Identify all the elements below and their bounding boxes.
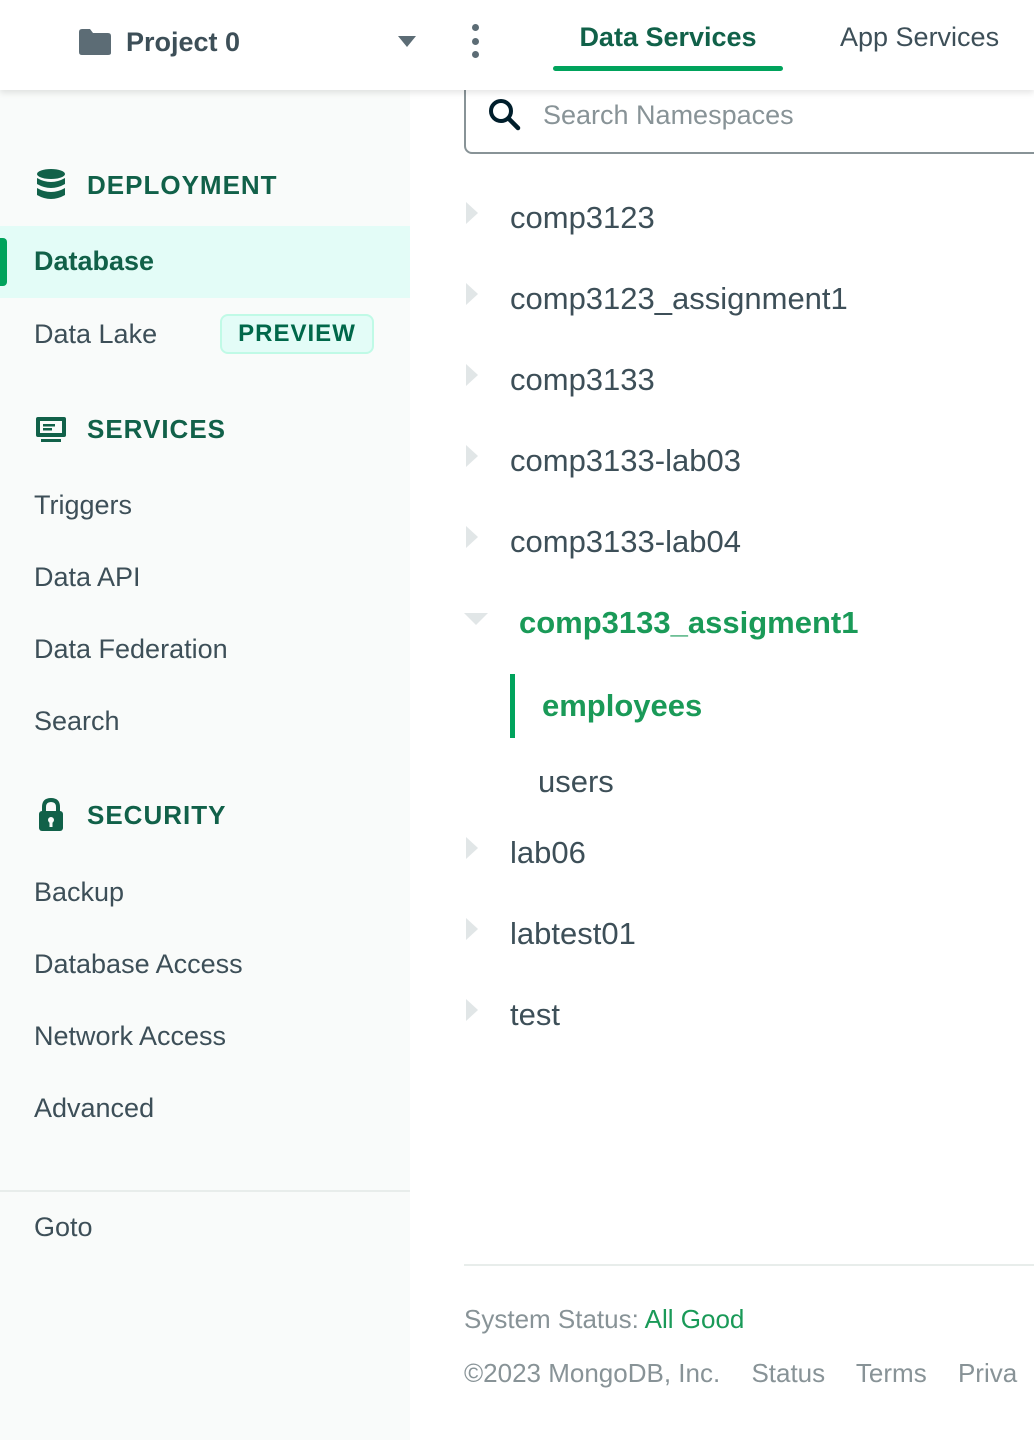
collection-label: employees: [542, 688, 703, 723]
sidebar-item-data-federation[interactable]: Data Federation: [34, 634, 228, 665]
sidebar-item-database-access[interactable]: Database Access: [34, 949, 243, 980]
namespace-label: comp3133-lab04: [510, 524, 741, 559]
namespace-row[interactable]: labtest01: [464, 904, 1024, 964]
database-icon: [34, 168, 68, 202]
namespace-label: lab06: [510, 835, 586, 870]
monitor-icon: [34, 412, 68, 446]
chevron-down-icon[interactable]: [464, 613, 488, 625]
project-selector[interactable]: Project 0: [78, 20, 240, 64]
more-options-icon[interactable]: [470, 24, 480, 58]
lock-icon: [34, 798, 68, 832]
chevron-right-icon[interactable]: [466, 283, 478, 305]
chevron-right-icon[interactable]: [466, 837, 478, 859]
sidebar-item-database[interactable]: Database: [34, 246, 154, 277]
sidebar-item-network-access[interactable]: Network Access: [34, 1021, 226, 1052]
collection-label: users: [538, 764, 614, 799]
search-namespaces-input[interactable]: [541, 92, 1025, 138]
section-services: SERVICES: [34, 412, 226, 446]
tab-data-services[interactable]: Data Services: [553, 22, 783, 53]
system-status-label: System Status:: [464, 1304, 639, 1334]
namespace-row[interactable]: comp3123_assignment1: [464, 269, 1024, 329]
namespace-label: test: [510, 997, 560, 1032]
namespace-row[interactable]: lab06: [464, 823, 1024, 883]
system-status: System Status: All Good: [464, 1304, 744, 1335]
section-heading: SERVICES: [87, 413, 227, 444]
namespace-label: comp3133-lab03: [510, 443, 741, 478]
tab-app-services[interactable]: App Services: [840, 22, 999, 53]
active-item-indicator: [0, 238, 7, 286]
chevron-right-icon[interactable]: [466, 445, 478, 467]
footer-links: ©2023 MongoDB, Inc. Status Terms Priva: [464, 1358, 1034, 1389]
footer-divider: [464, 1264, 1034, 1266]
search-icon: [487, 97, 521, 131]
namespace-label: comp3133: [510, 362, 655, 397]
sidebar: DEPLOYMENT Database Data Lake PREVIEW SE…: [0, 90, 410, 1440]
namespace-row[interactable]: comp3133: [464, 350, 1024, 410]
sidebar-divider: [0, 1190, 410, 1192]
namespace-label: comp3123_assignment1: [510, 281, 848, 316]
collection-row[interactable]: users: [510, 750, 1010, 814]
section-security: SECURITY: [34, 798, 226, 832]
active-tab-indicator: [553, 66, 783, 71]
sidebar-item-search[interactable]: Search: [34, 706, 120, 737]
chevron-right-icon[interactable]: [466, 364, 478, 386]
sidebar-item-triggers[interactable]: Triggers: [34, 490, 132, 521]
chevron-right-icon[interactable]: [466, 999, 478, 1021]
namespace-row[interactable]: comp3123: [464, 188, 1024, 248]
preview-badge: PREVIEW: [220, 314, 374, 354]
chevron-right-icon[interactable]: [466, 918, 478, 940]
namespace-row[interactable]: comp3133-lab04: [464, 512, 1024, 572]
sidebar-item-data-lake[interactable]: Data Lake: [34, 319, 157, 350]
system-status-value[interactable]: All Good: [645, 1304, 745, 1334]
chevron-down-icon[interactable]: [398, 36, 416, 47]
sidebar-item-backup[interactable]: Backup: [34, 877, 124, 908]
footer-link-terms[interactable]: Terms: [856, 1358, 927, 1388]
section-heading: DEPLOYMENT: [87, 169, 278, 200]
sidebar-item-data-api[interactable]: Data API: [34, 562, 141, 593]
copyright: ©2023 MongoDB, Inc.: [464, 1358, 721, 1388]
namespace-label: labtest01: [510, 916, 636, 951]
section-heading: SECURITY: [87, 799, 227, 830]
folder-icon: [78, 28, 112, 56]
namespace-label: comp3133_assigment1: [519, 605, 859, 640]
namespace-row[interactable]: test: [464, 985, 1024, 1045]
project-name: Project 0: [126, 26, 241, 57]
sidebar-item-advanced[interactable]: Advanced: [34, 1093, 154, 1124]
chevron-right-icon[interactable]: [466, 202, 478, 224]
collection-row-selected[interactable]: employees: [510, 674, 1010, 738]
chevron-right-icon[interactable]: [466, 526, 478, 548]
sidebar-item-goto[interactable]: Goto: [34, 1212, 93, 1243]
top-bar: Project 0 Data Services App Services: [0, 0, 1034, 90]
namespace-row[interactable]: comp3133-lab03: [464, 431, 1024, 491]
section-deployment: DEPLOYMENT: [34, 168, 278, 202]
selected-indicator: [510, 674, 515, 738]
footer-link-privacy[interactable]: Priva: [958, 1358, 1017, 1388]
footer-link-status[interactable]: Status: [751, 1358, 825, 1388]
namespace-label: comp3123: [510, 200, 655, 235]
namespace-row-expanded[interactable]: comp3133_assigment1: [464, 593, 1024, 653]
